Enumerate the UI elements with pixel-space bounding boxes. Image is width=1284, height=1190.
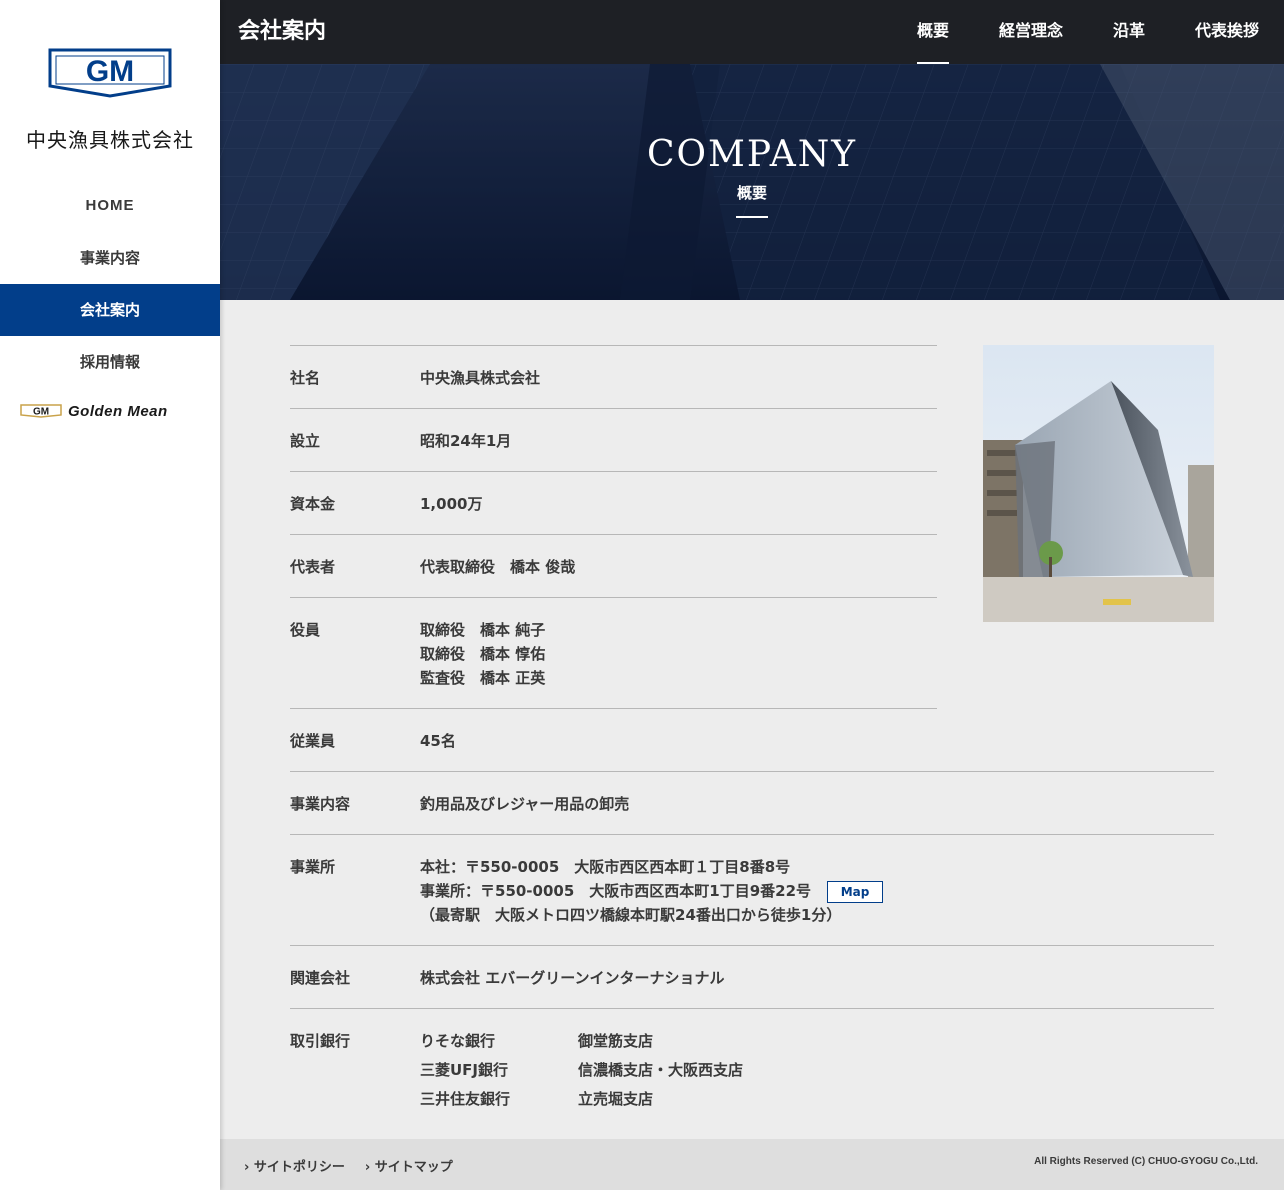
info-value: 取締役 橋本 純子 取締役 橋本 惇佑 監査役 橋本 正英 xyxy=(420,618,545,690)
footer-links: サイトポリシー サイトマップ xyxy=(244,1156,453,1175)
top-nav: 概要 経営理念 沿革 代表挨拶 xyxy=(892,0,1284,64)
tab-overview[interactable]: 概要 xyxy=(892,0,974,64)
hero-banner: COMPANY 概要 xyxy=(220,64,1284,300)
bank-branch: 御堂筋支店 xyxy=(578,1032,654,1050)
hero-subtitle: 概要 xyxy=(736,184,767,202)
tab-history[interactable]: 沿革 xyxy=(1088,0,1170,64)
sidebar-item-recruit[interactable]: 採用情報 xyxy=(0,336,220,388)
info-label: 従業員 xyxy=(290,732,336,750)
officer-line: 取締役 橋本 純子 xyxy=(420,621,546,639)
page-title: 会社案内 xyxy=(238,19,327,44)
info-row-founded: 設立 昭和24年1月 xyxy=(290,408,937,471)
info-row-representative: 代表者 代表取締役 橋本 俊哉 xyxy=(290,534,937,597)
info-label: 資本金 xyxy=(290,495,336,513)
sidebar: GM 中央漁具株式会社 HOME 事業内容 会社案内 採用情報 GM Golde… xyxy=(0,0,220,1190)
officer-line: 取締役 橋本 惇佑 xyxy=(420,645,546,663)
info-label: 設立 xyxy=(290,432,321,450)
company-overview: 社名 中央漁具株式会社 設立 昭和24年1月 資本金 1,000万 代表者 代表… xyxy=(220,300,1284,1139)
bank-branch: 立売堀支店 xyxy=(578,1090,654,1108)
bank-list: りそな銀行 御堂筋支店 三菱UFJ銀行 信濃橋支店・大阪西支店 三井住友銀行 立… xyxy=(420,1029,743,1111)
footer: サイトポリシー サイトマップ All Rights Reserved (C) C… xyxy=(220,1139,1284,1190)
info-label: 代表者 xyxy=(290,558,336,576)
gm-logo[interactable]: GM xyxy=(46,46,174,98)
bank-name: りそな銀行 xyxy=(420,1032,496,1050)
info-row-company: 社名 中央漁具株式会社 xyxy=(290,345,937,408)
sidebar-nav: HOME 事業内容 会社案内 採用情報 xyxy=(0,180,220,388)
bank-name: 三井住友銀行 xyxy=(420,1090,511,1108)
info-value: 1,000万 xyxy=(420,495,483,513)
footer-link-site-policy[interactable]: サイトポリシー xyxy=(244,1156,345,1175)
info-label: 取引銀行 xyxy=(290,1032,351,1050)
svg-text:GM: GM xyxy=(33,407,49,418)
hero-title: COMPANY xyxy=(646,134,858,175)
info-row-employees: 従業員 45名 xyxy=(290,708,937,771)
info-value: 株式会社 エバーグリーンインターナショナル xyxy=(420,969,725,987)
hero-underline xyxy=(736,216,768,218)
bank-branch: 信濃橋支店・大阪西支店 xyxy=(578,1061,744,1079)
officer-line: 監査役 橋本 正英 xyxy=(420,669,546,687)
info-row-capital: 資本金 1,000万 xyxy=(290,471,937,534)
info-row-banks: 取引銀行 りそな銀行 御堂筋支店 三菱UFJ銀行 信濃橋支店・大阪西支店 三井住… xyxy=(290,1008,1214,1129)
office-line-with-map: 事業所：〒550-0005 大阪市西区西本町1丁目9番22号 Map xyxy=(420,879,884,903)
building-photo xyxy=(983,345,1214,622)
info-label: 役員 xyxy=(290,621,321,639)
info-row-business: 事業内容 釣用品及びレジャー用品の卸売 xyxy=(290,771,1214,834)
info-label: 事業内容 xyxy=(290,795,351,813)
map-button[interactable]: Map xyxy=(827,880,884,903)
info-row-related: 関連会社 株式会社 エバーグリーンインターナショナル xyxy=(290,945,1214,1008)
sidebar-item-company[interactable]: 会社案内 xyxy=(0,284,220,336)
footer-link-sitemap[interactable]: サイトマップ xyxy=(365,1156,453,1175)
info-value: 代表取締役 橋本 俊哉 xyxy=(420,558,576,576)
office-line: 本社：〒550-0005 大阪市西区西本町１丁目8番8号 xyxy=(420,858,791,876)
info-value: 中央漁具株式会社 xyxy=(420,369,541,387)
info-value: 45名 xyxy=(420,732,456,750)
sidebar-item-business[interactable]: 事業内容 xyxy=(0,232,220,284)
info-row-offices: 事業所 本社：〒550-0005 大阪市西区西本町１丁目8番8号 事業所：〒55… xyxy=(290,834,1214,945)
copyright: All Rights Reserved (C) CHUO-GYOGU Co.,L… xyxy=(1034,1156,1258,1167)
company-name: 中央漁具株式会社 xyxy=(26,128,194,152)
tab-philosophy[interactable]: 経営理念 xyxy=(974,0,1088,64)
golden-mean-banner[interactable]: GM Golden Mean xyxy=(20,402,202,420)
info-row-officers: 役員 取締役 橋本 純子 取締役 橋本 惇佑 監査役 橋本 正英 xyxy=(290,597,937,708)
golden-mean-logo-icon: GM xyxy=(20,404,62,418)
top-bar: 会社案内 概要 経営理念 沿革 代表挨拶 xyxy=(220,0,1284,64)
svg-text:GM: GM xyxy=(86,55,134,88)
tab-greeting[interactable]: 代表挨拶 xyxy=(1170,0,1284,64)
info-value: 昭和24年1月 xyxy=(420,432,512,450)
golden-mean-text: Golden Mean xyxy=(68,402,168,420)
office-line: 事業所：〒550-0005 大阪市西区西本町1丁目9番22号 xyxy=(420,882,812,900)
bank-name: 三菱UFJ銀行 xyxy=(420,1061,509,1079)
info-label: 社名 xyxy=(290,369,321,387)
info-value: 本社：〒550-0005 大阪市西区西本町１丁目8番8号 事業所：〒550-00… xyxy=(420,855,884,927)
sidebar-item-home[interactable]: HOME xyxy=(0,180,220,232)
info-label: 関連会社 xyxy=(290,969,351,987)
info-label: 事業所 xyxy=(290,858,336,876)
office-line: （最寄駅 大阪メトロ四ツ橋線本町駅24番出口から徒歩1分） xyxy=(420,906,842,924)
info-value: 釣用品及びレジャー用品の卸売 xyxy=(420,795,630,813)
